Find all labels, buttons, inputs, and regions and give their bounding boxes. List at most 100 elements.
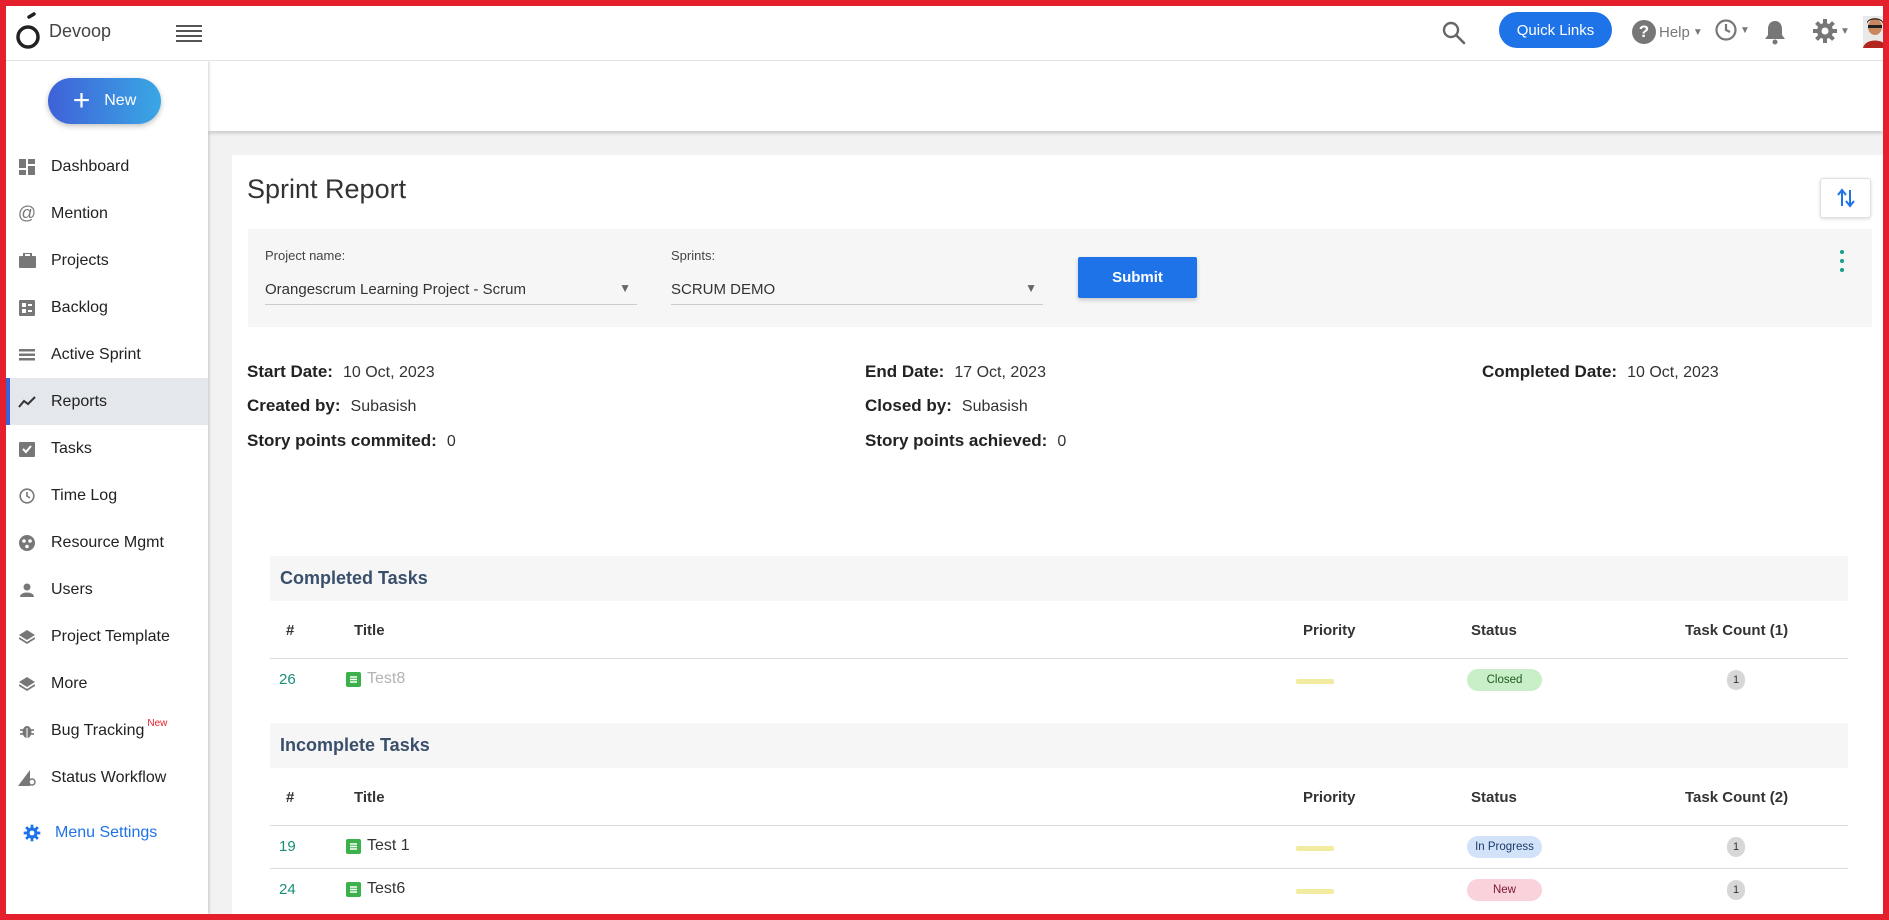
- story-points-committed: Story points commited: 0: [247, 431, 456, 451]
- chevron-down-icon: ▼: [1692, 26, 1703, 38]
- gear-icon: [1813, 19, 1837, 43]
- settings-menu[interactable]: ▼: [1812, 18, 1850, 44]
- start-date: Start Date: 10 Oct, 2023: [247, 362, 435, 382]
- quick-links-button[interactable]: Quick Links: [1499, 12, 1612, 48]
- task-title-text: Test 1: [367, 837, 410, 854]
- sidebar-item-bug-tracking[interactable]: Bug Tracking New: [6, 707, 208, 754]
- sidebar-item-label: Active Sprint: [51, 345, 141, 363]
- sidebar-item-project-template[interactable]: Project Template: [6, 613, 208, 660]
- bug-icon: [18, 722, 36, 740]
- user-avatar[interactable]: [1863, 16, 1887, 48]
- notification-bell-icon[interactable]: [1762, 18, 1788, 46]
- sidebar-item-more[interactable]: More: [6, 660, 208, 707]
- priority-indicator: [1296, 679, 1334, 684]
- task-number-link[interactable]: 24: [279, 881, 296, 898]
- sidebar-item-mention[interactable]: @ Mention: [6, 190, 208, 237]
- sprints-value: SCRUM DEMO: [671, 281, 776, 298]
- brand-name: Devoop: [49, 21, 112, 41]
- task-number-link[interactable]: 19: [279, 838, 296, 855]
- page-title: Sprint Report: [247, 174, 407, 204]
- sidebar-item-status-workflow[interactable]: Status Workflow: [6, 754, 208, 801]
- table-divider: [270, 658, 1848, 659]
- completed-date-label: Completed Date:: [1482, 362, 1618, 381]
- column-header-task-count: Task Count (1): [1685, 622, 1789, 639]
- project-name-value: Orangescrum Learning Project - Scrum: [265, 281, 526, 298]
- timer-menu[interactable]: ▼: [1714, 18, 1750, 42]
- task-type-icon: [346, 881, 361, 897]
- chart-line-icon: [18, 393, 36, 411]
- task-title-text: Test6: [367, 880, 406, 897]
- workflow-icon: [18, 769, 36, 787]
- completed-tasks-heading: Completed Tasks: [270, 556, 1848, 601]
- column-header-title: Title: [354, 789, 385, 806]
- created-by: Created by: Subasish: [247, 396, 416, 416]
- sidebar-item-resource-mgmt[interactable]: Resource Mgmt: [6, 519, 208, 566]
- table-divider: [270, 825, 1848, 826]
- task-count-badge: 1: [1727, 880, 1745, 900]
- table-divider: [270, 868, 1848, 869]
- story-points-achieved-value: 0: [1057, 433, 1067, 450]
- menu-settings-link[interactable]: Menu Settings: [23, 824, 157, 842]
- sprints-label: Sprints:: [671, 248, 716, 263]
- dropdown-arrow-icon: ▼: [1025, 281, 1037, 295]
- status-badge: Closed: [1467, 669, 1542, 691]
- sidebar-item-active-sprint[interactable]: Active Sprint: [6, 331, 208, 378]
- closed-by: Closed by: Subasish: [865, 396, 1028, 416]
- sidebar-item-reports[interactable]: Reports: [6, 378, 208, 425]
- help-menu[interactable]: ? Help ▼: [1632, 16, 1703, 48]
- dashboard-icon: [18, 158, 36, 176]
- sprints-select[interactable]: SCRUM DEMO ▼: [671, 275, 1043, 305]
- task-count-badge: 1: [1727, 670, 1745, 690]
- task-title-link[interactable]: Test6: [346, 880, 405, 898]
- sidebar-item-label: Status Workflow: [51, 768, 167, 786]
- sidebar-item-tasks[interactable]: Tasks: [6, 425, 208, 472]
- column-header-status: Status: [1471, 622, 1517, 639]
- start-date-label: Start Date:: [247, 362, 333, 381]
- sort-toggle-button[interactable]: [1820, 178, 1871, 218]
- sidebar-item-projects[interactable]: Projects: [6, 237, 208, 284]
- sidebar-item-label: Users: [51, 580, 93, 598]
- task-type-icon: [346, 838, 361, 854]
- status-badge: New: [1467, 879, 1542, 901]
- sidebar-item-backlog[interactable]: Backlog: [6, 284, 208, 331]
- sidebar-item-label: More: [51, 674, 88, 692]
- sub-header: [208, 61, 1883, 131]
- completed-date: Completed Date: 10 Oct, 2023: [1482, 362, 1719, 382]
- plus-icon: +: [72, 84, 91, 117]
- sidebar-item-users[interactable]: Users: [6, 566, 208, 613]
- sidebar: + New Dashboard @ Mention Projects Backl…: [6, 61, 208, 914]
- end-date-label: End Date:: [865, 362, 945, 381]
- story-points-committed-label: Story points commited:: [247, 431, 437, 450]
- closed-by-value: Subasish: [961, 398, 1028, 415]
- task-title-text: Test8: [367, 670, 406, 687]
- completed-date-value: 10 Oct, 2023: [1627, 364, 1719, 381]
- hamburger-menu-icon[interactable]: [176, 22, 202, 44]
- sidebar-nav: Dashboard @ Mention Projects Backlog Act…: [6, 143, 208, 801]
- search-icon[interactable]: [1440, 19, 1468, 47]
- help-icon: ?: [1632, 20, 1656, 44]
- column-header-number: #: [286, 789, 295, 806]
- clock-icon: [18, 487, 36, 505]
- chevron-down-icon: ▼: [1740, 24, 1750, 36]
- user-icon: [18, 581, 36, 599]
- more-options-icon[interactable]: [1838, 250, 1846, 272]
- created-by-value: Subasish: [350, 398, 417, 415]
- task-number-link[interactable]: 26: [279, 671, 296, 688]
- sidebar-item-dashboard[interactable]: Dashboard: [6, 143, 208, 190]
- new-button[interactable]: + New: [48, 78, 161, 124]
- column-header-priority: Priority: [1303, 789, 1356, 806]
- task-title-link[interactable]: Test 1: [346, 837, 410, 855]
- sidebar-item-label: Project Template: [51, 627, 170, 645]
- app-logo-icon[interactable]: [14, 12, 44, 52]
- created-by-label: Created by:: [247, 396, 341, 415]
- sidebar-item-time-log[interactable]: Time Log: [6, 472, 208, 519]
- sprint-icon: [18, 346, 36, 364]
- gear-icon: [23, 824, 41, 842]
- end-date-value: 17 Oct, 2023: [954, 364, 1046, 381]
- task-title-link[interactable]: Test8: [346, 670, 405, 688]
- new-tag: New: [147, 718, 168, 729]
- briefcase-icon: [18, 252, 36, 270]
- project-name-select[interactable]: Orangescrum Learning Project - Scrum ▼: [265, 275, 637, 305]
- submit-button[interactable]: Submit: [1078, 257, 1197, 298]
- clock-icon: [1715, 19, 1737, 41]
